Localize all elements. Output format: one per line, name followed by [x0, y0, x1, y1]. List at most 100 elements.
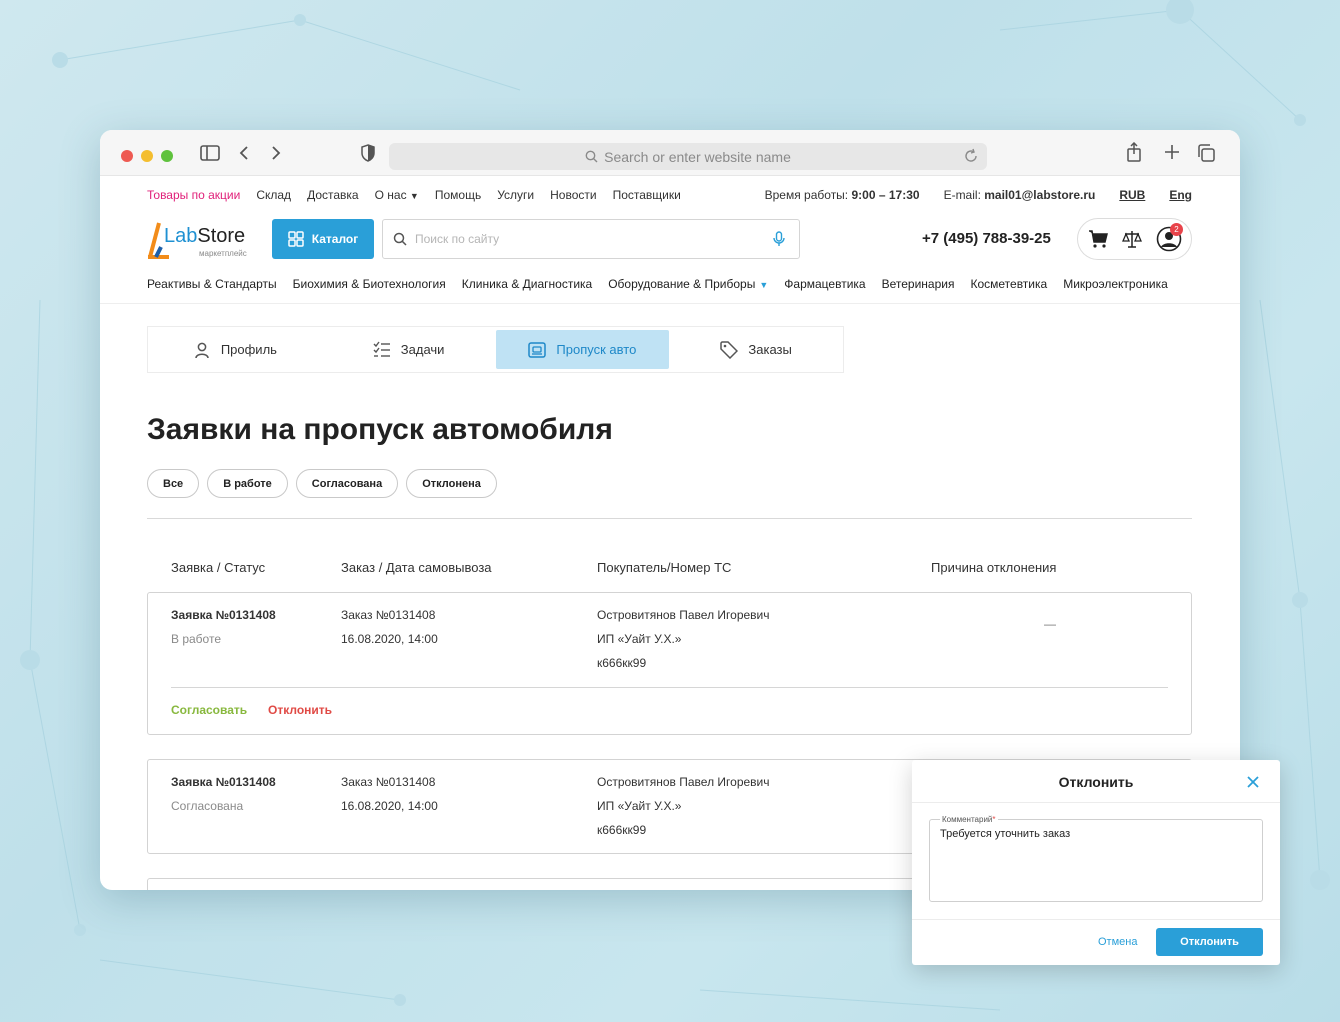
column-header-order: Заказ / Дата самовывоза [341, 560, 492, 575]
contact-email[interactable]: E-mail: mail01@labstore.ru [944, 188, 1096, 202]
forward-icon[interactable] [270, 144, 282, 162]
user-icon [195, 342, 209, 358]
phone-number[interactable]: +7 (495) 788-39-25 [922, 230, 1051, 247]
reject-button[interactable]: Отклонить [268, 703, 332, 717]
confirm-reject-button[interactable]: Отклонить [1156, 928, 1263, 956]
search-icon [585, 150, 598, 163]
filter-in-progress[interactable]: В работе [207, 469, 288, 498]
pickup-date: 16.08.2020, 14:00 [341, 799, 438, 813]
header-actions: 2 [1077, 218, 1192, 260]
maximize-window-button[interactable] [161, 150, 173, 162]
tab-car-pass[interactable]: Пропуск авто [495, 330, 670, 369]
car-pass-icon [528, 341, 547, 358]
close-icon[interactable] [1246, 775, 1260, 789]
chevron-down-icon: ▼ [759, 280, 769, 290]
comment-label: Комментарий* [940, 815, 998, 824]
buyer-company: ИП «Уайт У.Х.» [597, 632, 682, 646]
order-number[interactable]: Заказ №0131408 [341, 770, 438, 794]
checklist-icon [373, 341, 390, 357]
logo-subtitle: маркетплейс [199, 249, 247, 258]
category-biochemistry[interactable]: Биохимия & Биотехнология [293, 277, 446, 291]
request-status: Согласована [171, 799, 244, 813]
nav-link-services[interactable]: Услуги [497, 188, 534, 202]
nav-link-help[interactable]: Помощь [435, 188, 481, 202]
divider [147, 518, 1192, 519]
rejection-reason: — [1044, 617, 1056, 631]
top-info-bar: Товары по акции Склад Доставка О нас ▼ П… [147, 188, 1192, 204]
request-number[interactable]: Заявка №0131408 [171, 770, 276, 794]
column-header-buyer: Покупатель/Номер ТС [597, 560, 732, 575]
notification-badge: 2 [1170, 223, 1183, 236]
dialog-title: Отклонить [1058, 774, 1134, 790]
filter-approved[interactable]: Согласована [295, 469, 399, 498]
address-bar[interactable]: Search or enter website name [389, 143, 987, 170]
category-veterinary[interactable]: Ветеринария [882, 277, 955, 291]
new-tab-icon[interactable] [1164, 144, 1180, 160]
tab-orders[interactable]: Заказы [669, 327, 843, 372]
nav-link-promo[interactable]: Товары по акции [147, 188, 240, 202]
approve-button[interactable]: Согласовать [171, 703, 247, 717]
minimize-window-button[interactable] [141, 150, 153, 162]
comment-input[interactable] [940, 828, 1250, 894]
order-number[interactable]: Заказ №0131408 [341, 603, 438, 627]
tabs-overview-icon[interactable] [1197, 144, 1215, 162]
category-nav: Реактивы & Стандарты Биохимия & Биотехно… [147, 277, 1168, 291]
filter-rejected[interactable]: Отклонена [406, 469, 497, 498]
grid-icon [288, 231, 304, 247]
address-placeholder: Search or enter website name [604, 148, 791, 165]
search-input[interactable] [415, 232, 755, 246]
microphone-icon[interactable] [773, 231, 785, 247]
cancel-button[interactable]: Отмена [1098, 936, 1137, 948]
filter-all[interactable]: Все [147, 469, 200, 498]
logo[interactable]: LabStore маркетплейс [147, 219, 252, 261]
sidebar-icon[interactable] [200, 144, 220, 162]
nav-link-news[interactable]: Новости [550, 188, 596, 202]
close-window-button[interactable] [121, 150, 133, 162]
browser-toolbar: Search or enter website name [100, 130, 1240, 176]
tab-tasks[interactable]: Задачи [322, 327, 496, 372]
status-filters: Все В работе Согласована Отклонена [147, 469, 497, 498]
catalog-button-label: Каталог [311, 232, 359, 246]
working-hours: Время работы: 9:00 – 17:30 [764, 188, 920, 202]
divider [100, 303, 1240, 304]
share-icon[interactable] [1126, 142, 1142, 162]
tab-tasks-label: Задачи [400, 342, 445, 357]
nav-link-warehouse[interactable]: Склад [256, 188, 291, 202]
divider [912, 919, 1280, 920]
buyer-company: ИП «Уайт У.Х.» [597, 799, 682, 813]
reload-icon[interactable] [963, 148, 979, 164]
divider [171, 687, 1168, 688]
tab-car-pass-label: Пропуск авто [556, 342, 637, 357]
language-switch[interactable]: Eng [1169, 188, 1192, 202]
nav-link-suppliers[interactable]: Поставщики [613, 188, 681, 202]
table-row: Заявка №0131408 В работе Заказ №0131408 … [147, 592, 1192, 735]
category-clinic[interactable]: Клиника & Диагностика [462, 277, 592, 291]
tab-profile-label: Профиль [220, 342, 277, 357]
divider [912, 802, 1280, 803]
compare-scales-icon[interactable] [1122, 229, 1142, 249]
tag-icon [720, 340, 739, 359]
nav-link-delivery[interactable]: Доставка [307, 188, 359, 202]
tab-profile[interactable]: Профиль [148, 327, 322, 372]
catalog-button[interactable]: Каталог [272, 219, 374, 259]
column-header-reason: Причина отклонения [931, 560, 1057, 575]
category-pharma[interactable]: Фармацевтика [784, 277, 865, 291]
request-status: В работе [171, 632, 222, 646]
shield-icon[interactable] [361, 144, 375, 162]
buyer-name: Островитянов Павел Игоревич [597, 608, 770, 622]
nav-link-about[interactable]: О нас ▼ [375, 188, 419, 202]
category-equipment[interactable]: Оборудование & Приборы ▼ [608, 277, 768, 291]
category-microelectronics[interactable]: Микроэлектроника [1063, 277, 1168, 291]
cart-icon[interactable] [1088, 230, 1108, 248]
request-number[interactable]: Заявка №0131408 [171, 603, 276, 627]
category-reagents[interactable]: Реактивы & Стандарты [147, 277, 277, 291]
pickup-date: 16.08.2020, 14:00 [341, 632, 438, 646]
search-icon [393, 232, 407, 246]
account-tabs: Профиль Задачи Пропуск авто Заказы [147, 326, 844, 373]
page-title: Заявки на пропуск автомобиля [147, 413, 613, 446]
category-cosmeceutics[interactable]: Косметевтика [970, 277, 1047, 291]
tab-orders-label: Заказы [748, 342, 792, 357]
vehicle-plate: к666кк99 [597, 656, 647, 670]
back-icon[interactable] [238, 144, 250, 162]
currency-switch[interactable]: RUB [1119, 188, 1145, 202]
